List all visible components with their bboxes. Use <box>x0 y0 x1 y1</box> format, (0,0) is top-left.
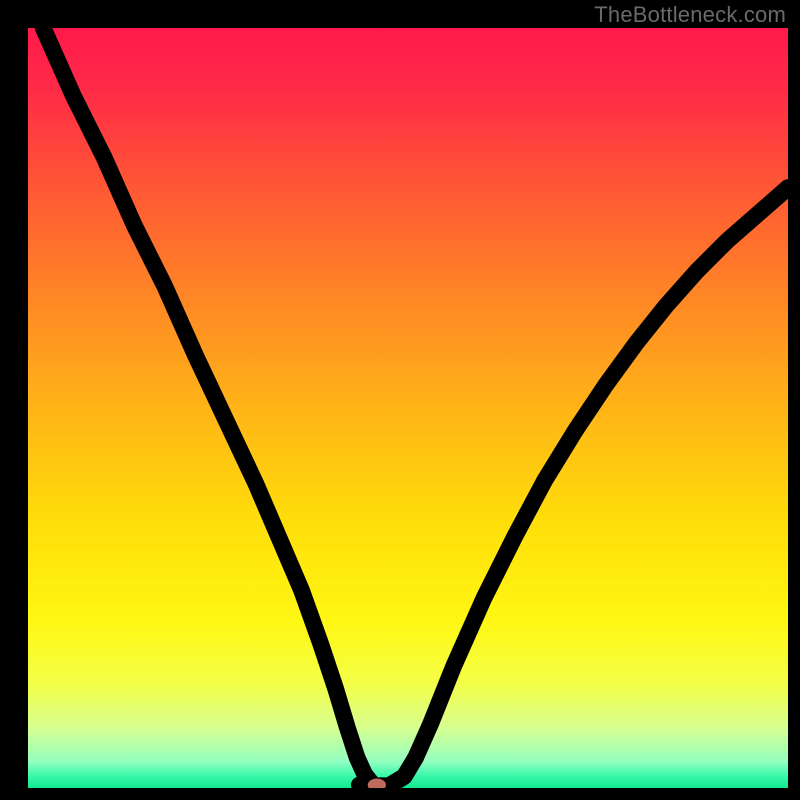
watermark-text: TheBottleneck.com <box>594 2 786 28</box>
chart-frame: TheBottleneck.com <box>0 0 800 800</box>
plot-area <box>28 28 788 788</box>
chart-svg <box>28 28 788 788</box>
gradient-background <box>28 28 788 788</box>
